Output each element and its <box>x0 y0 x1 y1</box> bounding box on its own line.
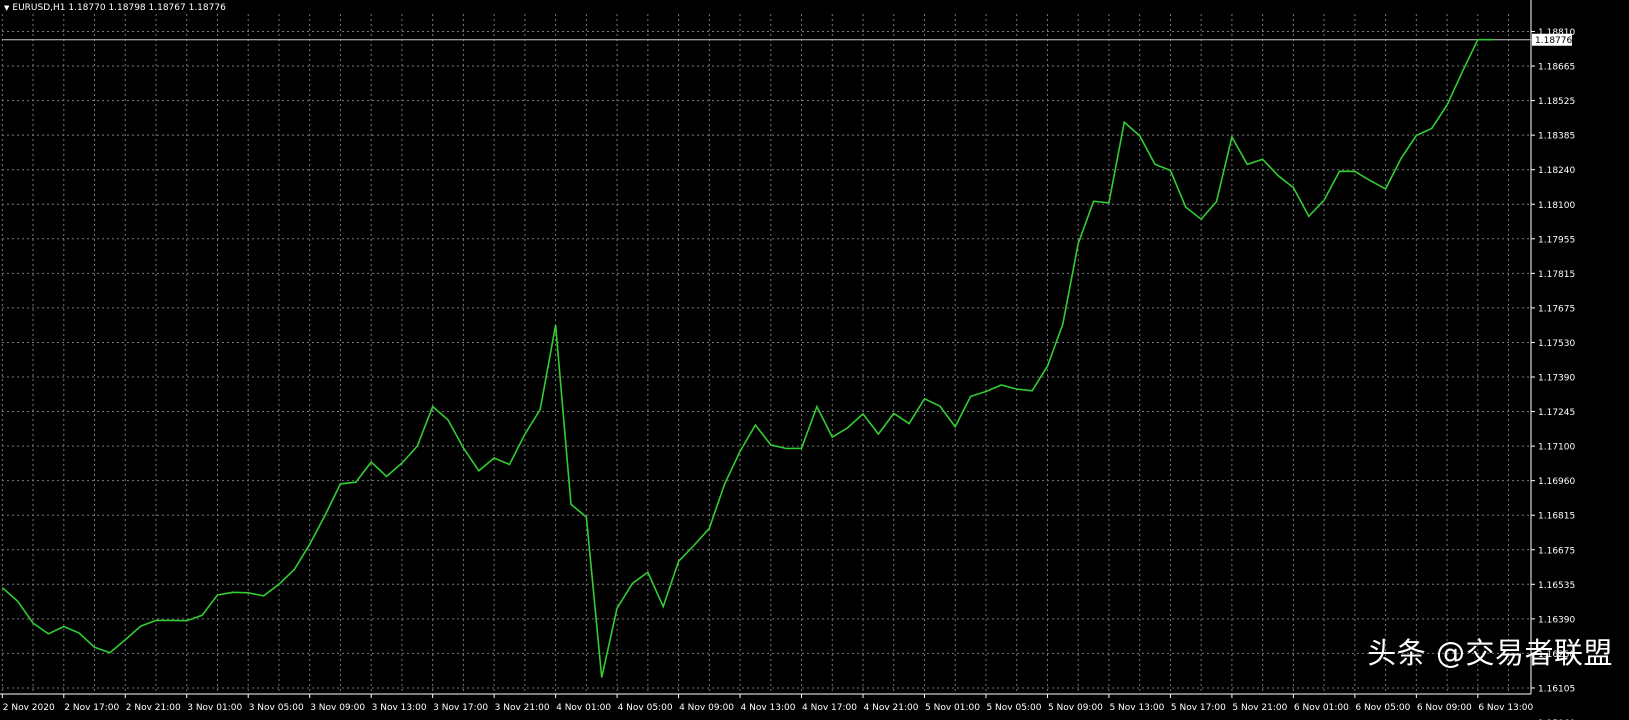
y-tick-label: 1.16390 <box>1538 615 1575 625</box>
y-tick-label: 1.17530 <box>1538 339 1575 349</box>
x-tick-label: 4 Nov 05:00 <box>618 703 673 713</box>
x-tick-label: 5 Nov 09:00 <box>1048 703 1103 713</box>
x-tick-label: 3 Nov 17:00 <box>433 703 488 713</box>
y-tick-label: 1.17955 <box>1538 235 1575 245</box>
x-tick-label: 5 Nov 17:00 <box>1171 703 1226 713</box>
x-tick-label: 6 Nov 05:00 <box>1355 703 1410 713</box>
y-tick-label: 1.18665 <box>1538 63 1575 73</box>
y-tick-label: 1.16960 <box>1538 477 1575 487</box>
y-tick-label: 1.17390 <box>1538 374 1575 384</box>
x-tick-label: 4 Nov 13:00 <box>741 703 796 713</box>
y-tick-label: 1.16535 <box>1538 581 1575 591</box>
x-tick-label: 3 Nov 13:00 <box>372 703 427 713</box>
x-tick-label: 2 Nov 17:00 <box>64 703 119 713</box>
y-tick-label: 1.18100 <box>1538 201 1575 211</box>
y-tick-label: 1.16815 <box>1538 512 1575 522</box>
watermark-text: 头条 @交易者联盟 <box>1367 636 1613 670</box>
x-tick-label: 2 Nov 2020 <box>3 703 55 713</box>
y-tick-label: 1.18240 <box>1538 166 1575 176</box>
price-chart[interactable]: 1.18810 1.18665 1.18525 1.18385 1.18240 1.181… <box>0 0 1629 720</box>
x-tick-label: 4 Nov 01:00 <box>556 703 611 713</box>
x-tick-label: 2 Nov 21:00 <box>126 703 181 713</box>
x-tick-label: 4 Nov 17:00 <box>802 703 857 713</box>
x-tick-label: 3 Nov 01:00 <box>187 703 242 713</box>
x-tick-label: 4 Nov 09:00 <box>679 703 734 713</box>
x-tick-label: 5 Nov 05:00 <box>986 703 1041 713</box>
y-tick-label: 1.16105 <box>1538 684 1575 694</box>
y-tick-label: 1.17675 <box>1538 304 1575 314</box>
x-tick-label: 5 Nov 13:00 <box>1109 703 1164 713</box>
chart-canvas[interactable]: 1.188101.186651.185251.183851.182401.181… <box>0 0 1629 720</box>
y-tick-label: 1.16675 <box>1538 546 1575 556</box>
x-tick-label: 5 Nov 21:00 <box>1232 703 1287 713</box>
triangle-down-icon[interactable]: ▼ <box>4 4 9 12</box>
x-tick-label: 6 Nov 01:00 <box>1294 703 1349 713</box>
x-tick-label: 5 Nov 01:00 <box>925 703 980 713</box>
y-tick-label: 1.18525 <box>1538 97 1575 107</box>
current-price-label: 1.18776 <box>1535 36 1572 46</box>
y-tick-label: 1.17245 <box>1538 408 1575 418</box>
x-tick-label: 6 Nov 13:00 <box>1478 703 1533 713</box>
x-tick-label: 4 Nov 21:00 <box>864 703 919 713</box>
symbol-header: ▼ EURUSD,H1 1.18770 1.18798 1.18767 1.187… <box>4 3 226 13</box>
symbol-ohlc-text: EURUSD,H1 1.18770 1.18798 1.18767 1.1877… <box>12 3 226 13</box>
y-tick-label: 1.17815 <box>1538 270 1575 280</box>
x-tick-label: 3 Nov 05:00 <box>249 703 304 713</box>
y-tick-label: 1.18385 <box>1538 132 1575 142</box>
x-tick-label: 3 Nov 09:00 <box>310 703 365 713</box>
y-tick-label: 1.17100 <box>1538 443 1575 453</box>
x-tick-label: 6 Nov 09:00 <box>1417 703 1472 713</box>
x-tick-label: 3 Nov 21:00 <box>495 703 550 713</box>
